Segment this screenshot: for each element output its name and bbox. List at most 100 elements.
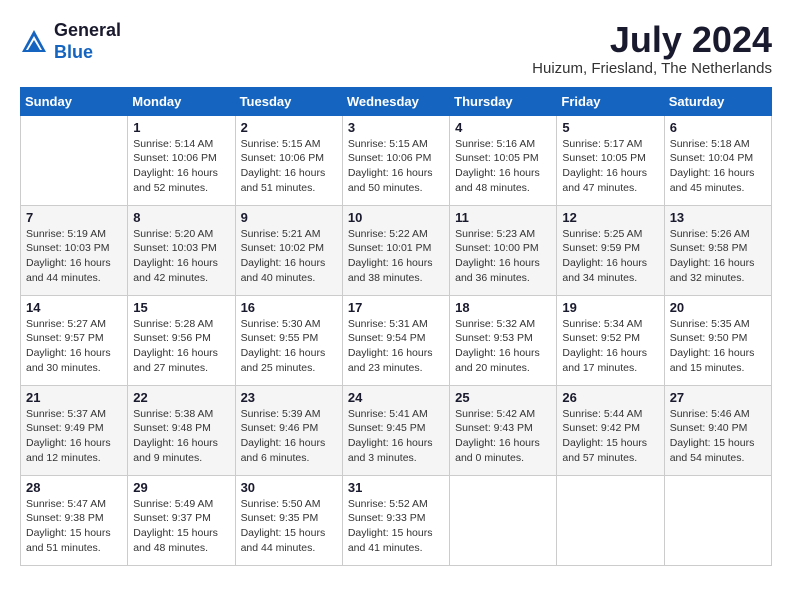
col-saturday: Saturday	[664, 87, 771, 115]
day-info: Sunrise: 5:21 AM Sunset: 10:02 PM Daylig…	[241, 227, 337, 286]
day-number: 30	[241, 480, 337, 495]
header-row: Sunday Monday Tuesday Wednesday Thursday…	[21, 87, 772, 115]
day-number: 18	[455, 300, 551, 315]
calendar-week-3: 14 Sunrise: 5:27 AM Sunset: 9:57 PM Dayli…	[21, 295, 772, 385]
col-sunday: Sunday	[21, 87, 128, 115]
day-info: Sunrise: 5:52 AM Sunset: 9:33 PM Dayligh…	[348, 497, 444, 556]
day-number: 26	[562, 390, 658, 405]
day-info: Sunrise: 5:50 AM Sunset: 9:35 PM Dayligh…	[241, 497, 337, 556]
col-wednesday: Wednesday	[342, 87, 449, 115]
calendar-cell: 17 Sunrise: 5:31 AM Sunset: 9:54 PM Dayli…	[342, 295, 449, 385]
day-info: Sunrise: 5:46 AM Sunset: 9:40 PM Dayligh…	[670, 407, 766, 466]
calendar-cell: 22 Sunrise: 5:38 AM Sunset: 9:48 PM Dayli…	[128, 385, 235, 475]
day-info: Sunrise: 5:26 AM Sunset: 9:58 PM Dayligh…	[670, 227, 766, 286]
calendar-cell: 20Sunrise: 5:35 AM Sunset: 9:50 PM Dayli…	[664, 295, 771, 385]
day-info: Sunrise: 5:44 AM Sunset: 9:42 PM Dayligh…	[562, 407, 658, 466]
calendar-cell: 29 Sunrise: 5:49 AM Sunset: 9:37 PM Dayli…	[128, 475, 235, 565]
logo: General Blue	[20, 20, 121, 63]
day-number: 15	[133, 300, 229, 315]
calendar-cell: 4Sunrise: 5:16 AM Sunset: 10:05 PM Dayli…	[450, 115, 557, 205]
calendar-cell: 25Sunrise: 5:42 AM Sunset: 9:43 PM Dayli…	[450, 385, 557, 475]
calendar-cell	[21, 115, 128, 205]
day-number: 13	[670, 210, 766, 225]
calendar-cell: 28 Sunrise: 5:47 AM Sunset: 9:38 PM Dayli…	[21, 475, 128, 565]
calendar-cell: 12 Sunrise: 5:25 AM Sunset: 9:59 PM Dayli…	[557, 205, 664, 295]
day-info: Sunrise: 5:37 AM Sunset: 9:49 PM Dayligh…	[26, 407, 122, 466]
day-info: Sunrise: 5:15 AM Sunset: 10:06 PM Daylig…	[348, 137, 444, 196]
day-number: 29	[133, 480, 229, 495]
day-info: Sunrise: 5:22 AM Sunset: 10:01 PM Daylig…	[348, 227, 444, 286]
calendar-cell: 14 Sunrise: 5:27 AM Sunset: 9:57 PM Dayli…	[21, 295, 128, 385]
day-info: Sunrise: 5:47 AM Sunset: 9:38 PM Dayligh…	[26, 497, 122, 556]
calendar-cell: 31 Sunrise: 5:52 AM Sunset: 9:33 PM Dayli…	[342, 475, 449, 565]
day-info: Sunrise: 5:31 AM Sunset: 9:54 PM Dayligh…	[348, 317, 444, 376]
day-number: 7	[26, 210, 122, 225]
calendar-cell: 26 Sunrise: 5:44 AM Sunset: 9:42 PM Dayli…	[557, 385, 664, 475]
day-number: 25	[455, 390, 551, 405]
day-number: 14	[26, 300, 122, 315]
calendar-cell: 15 Sunrise: 5:28 AM Sunset: 9:56 PM Dayli…	[128, 295, 235, 385]
day-number: 10	[348, 210, 444, 225]
col-friday: Friday	[557, 87, 664, 115]
calendar-cell	[664, 475, 771, 565]
day-number: 27	[670, 390, 766, 405]
day-number: 31	[348, 480, 444, 495]
day-info: Sunrise: 5:18 AM Sunset: 10:04 PM Daylig…	[670, 137, 766, 196]
day-number: 16	[241, 300, 337, 315]
day-info: Sunrise: 5:34 AM Sunset: 9:52 PM Dayligh…	[562, 317, 658, 376]
calendar-cell: 5Sunrise: 5:17 AM Sunset: 10:05 PM Dayli…	[557, 115, 664, 205]
day-info: Sunrise: 5:15 AM Sunset: 10:06 PM Daylig…	[241, 137, 337, 196]
calendar-cell: 23Sunrise: 5:39 AM Sunset: 9:46 PM Dayli…	[235, 385, 342, 475]
day-info: Sunrise: 5:20 AM Sunset: 10:03 PM Daylig…	[133, 227, 229, 286]
col-thursday: Thursday	[450, 87, 557, 115]
calendar-cell	[450, 475, 557, 565]
calendar-cell: 1Sunrise: 5:14 AM Sunset: 10:06 PM Dayli…	[128, 115, 235, 205]
day-info: Sunrise: 5:39 AM Sunset: 9:46 PM Dayligh…	[241, 407, 337, 466]
location-text: Huizum, Friesland, The Netherlands	[532, 60, 772, 77]
calendar-cell: 2 Sunrise: 5:15 AM Sunset: 10:06 PM Dayli…	[235, 115, 342, 205]
calendar-week-1: 1Sunrise: 5:14 AM Sunset: 10:06 PM Dayli…	[21, 115, 772, 205]
logo-general-text: General	[54, 20, 121, 42]
day-number: 2	[241, 120, 337, 135]
day-info: Sunrise: 5:28 AM Sunset: 9:56 PM Dayligh…	[133, 317, 229, 376]
day-number: 24	[348, 390, 444, 405]
day-number: 1	[133, 120, 229, 135]
day-number: 20	[670, 300, 766, 315]
col-tuesday: Tuesday	[235, 87, 342, 115]
day-info: Sunrise: 5:32 AM Sunset: 9:53 PM Dayligh…	[455, 317, 551, 376]
calendar-cell: 7 Sunrise: 5:19 AM Sunset: 10:03 PM Dayli…	[21, 205, 128, 295]
calendar-cell: 3 Sunrise: 5:15 AM Sunset: 10:06 PM Dayli…	[342, 115, 449, 205]
col-monday: Monday	[128, 87, 235, 115]
day-info: Sunrise: 5:30 AM Sunset: 9:55 PM Dayligh…	[241, 317, 337, 376]
day-info: Sunrise: 5:25 AM Sunset: 9:59 PM Dayligh…	[562, 227, 658, 286]
calendar-cell: 27 Sunrise: 5:46 AM Sunset: 9:40 PM Dayli…	[664, 385, 771, 475]
calendar-cell: 24Sunrise: 5:41 AM Sunset: 9:45 PM Dayli…	[342, 385, 449, 475]
day-number: 9	[241, 210, 337, 225]
day-number: 28	[26, 480, 122, 495]
month-year-title: July 2024	[532, 20, 772, 60]
calendar-cell: 6Sunrise: 5:18 AM Sunset: 10:04 PM Dayli…	[664, 115, 771, 205]
page-container: General Blue July 2024 Huizum, Friesland…	[20, 20, 772, 566]
day-number: 12	[562, 210, 658, 225]
day-number: 21	[26, 390, 122, 405]
calendar-header: Sunday Monday Tuesday Wednesday Thursday…	[21, 87, 772, 115]
calendar-cell: 30 Sunrise: 5:50 AM Sunset: 9:35 PM Dayli…	[235, 475, 342, 565]
calendar-week-5: 28 Sunrise: 5:47 AM Sunset: 9:38 PM Dayli…	[21, 475, 772, 565]
day-number: 22	[133, 390, 229, 405]
calendar-cell	[557, 475, 664, 565]
calendar-cell: 9 Sunrise: 5:21 AM Sunset: 10:02 PM Dayli…	[235, 205, 342, 295]
calendar-cell: 8Sunrise: 5:20 AM Sunset: 10:03 PM Dayli…	[128, 205, 235, 295]
day-number: 17	[348, 300, 444, 315]
calendar-table: Sunday Monday Tuesday Wednesday Thursday…	[20, 87, 772, 566]
header: General Blue July 2024 Huizum, Friesland…	[20, 20, 772, 77]
day-number: 3	[348, 120, 444, 135]
calendar-week-4: 21 Sunrise: 5:37 AM Sunset: 9:49 PM Dayli…	[21, 385, 772, 475]
calendar-cell: 21 Sunrise: 5:37 AM Sunset: 9:49 PM Dayli…	[21, 385, 128, 475]
day-info: Sunrise: 5:38 AM Sunset: 9:48 PM Dayligh…	[133, 407, 229, 466]
day-info: Sunrise: 5:27 AM Sunset: 9:57 PM Dayligh…	[26, 317, 122, 376]
day-info: Sunrise: 5:49 AM Sunset: 9:37 PM Dayligh…	[133, 497, 229, 556]
day-info: Sunrise: 5:19 AM Sunset: 10:03 PM Daylig…	[26, 227, 122, 286]
day-info: Sunrise: 5:23 AM Sunset: 10:00 PM Daylig…	[455, 227, 551, 286]
day-info: Sunrise: 5:17 AM Sunset: 10:05 PM Daylig…	[562, 137, 658, 196]
day-number: 4	[455, 120, 551, 135]
